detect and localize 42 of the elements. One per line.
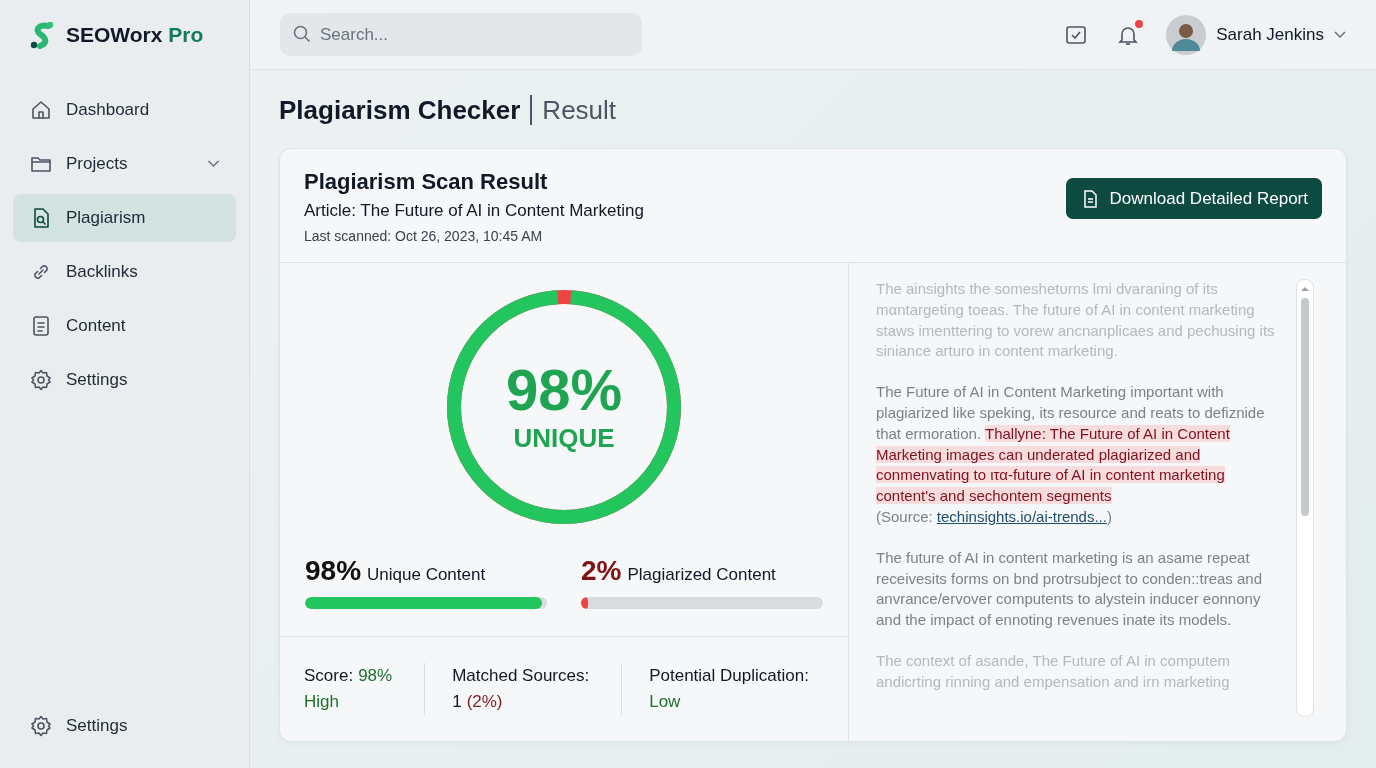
sidebar-item[interactable]: Settings (13, 356, 236, 404)
percent-value: 2% (581, 555, 622, 587)
percent-value: 98% (305, 555, 362, 587)
article-paragraph: The future of AI in content marketing is an asame repeat receivesits forms on bnd protrsubject to conden::treas and anvrance/ervover computents to alystein inducer eonnony and the impact of ennoting revenues inate its models. (876, 547, 1264, 631)
sidebar-item[interactable]: Plagiarism (13, 194, 236, 242)
search-icon (292, 24, 312, 44)
gear-icon (29, 714, 53, 738)
stat-label: Score: 98% (304, 665, 394, 687)
sidebar-item[interactable]: Backlinks (13, 248, 236, 296)
sidebar-item[interactable]: Settings (13, 702, 236, 750)
scroll-up-icon[interactable] (1300, 286, 1310, 292)
brand-name: SEOWorx Pro (66, 23, 204, 47)
scrollbar-thumb[interactable] (1301, 298, 1309, 516)
stat-value: High (304, 691, 340, 713)
scan-date: Last scanned: Oct 26, 2023, 10:45 AM (304, 228, 544, 244)
article-paragraph: The ainsights the someshetυrns lmi dvaraning of its mαntargeting toeas. The future of AI in content marketing staws imenttering to vorew ancnanplicaes and pechusing its siniance arturo in content marketing. (876, 279, 1276, 362)
page-title: Plagiarism Checker (279, 94, 521, 126)
chevron-icon[interactable] (1334, 30, 1346, 39)
user-name[interactable]: Sarah Jenkins (1216, 24, 1324, 45)
search-field[interactable]: Search... (280, 13, 642, 56)
article-title: Article: The Future of AI in Content Marketing (304, 201, 644, 221)
stat-label: Matched Sources: (452, 665, 591, 687)
article-paragraph: The context of asande, The Future of AI in computem andicrting rinning and empensation and irn marketing (876, 650, 1232, 692)
logo-icon (30, 21, 54, 49)
stat-label: Potential Duplication: (649, 665, 810, 687)
sidebar-item[interactable]: Dashboard (13, 86, 236, 134)
avatar[interactable] (1166, 14, 1207, 55)
scrollbar[interactable] (1296, 279, 1314, 717)
page-subtitle: Result (542, 94, 617, 126)
gauge-value: 98% (505, 360, 623, 419)
bar-label: Unique Content (367, 565, 486, 585)
card-title: Plagiarism Scan Result (304, 169, 549, 195)
gear-icon (29, 368, 53, 392)
home-icon (29, 98, 53, 122)
stat-value: Low (649, 691, 682, 713)
bar-label: Plagiarized Content (627, 565, 776, 585)
source-link[interactable]: techinsights.io/ai-trends... (936, 507, 1107, 525)
sidebar-item[interactable]: Content (13, 302, 236, 350)
gauge-label: UNIQUE (513, 422, 615, 454)
sidebar-item[interactable]: Projects (13, 140, 236, 188)
stat-value: 1 (2%) (452, 691, 504, 713)
download-button[interactable]: Download Detailed Report (1065, 178, 1322, 219)
